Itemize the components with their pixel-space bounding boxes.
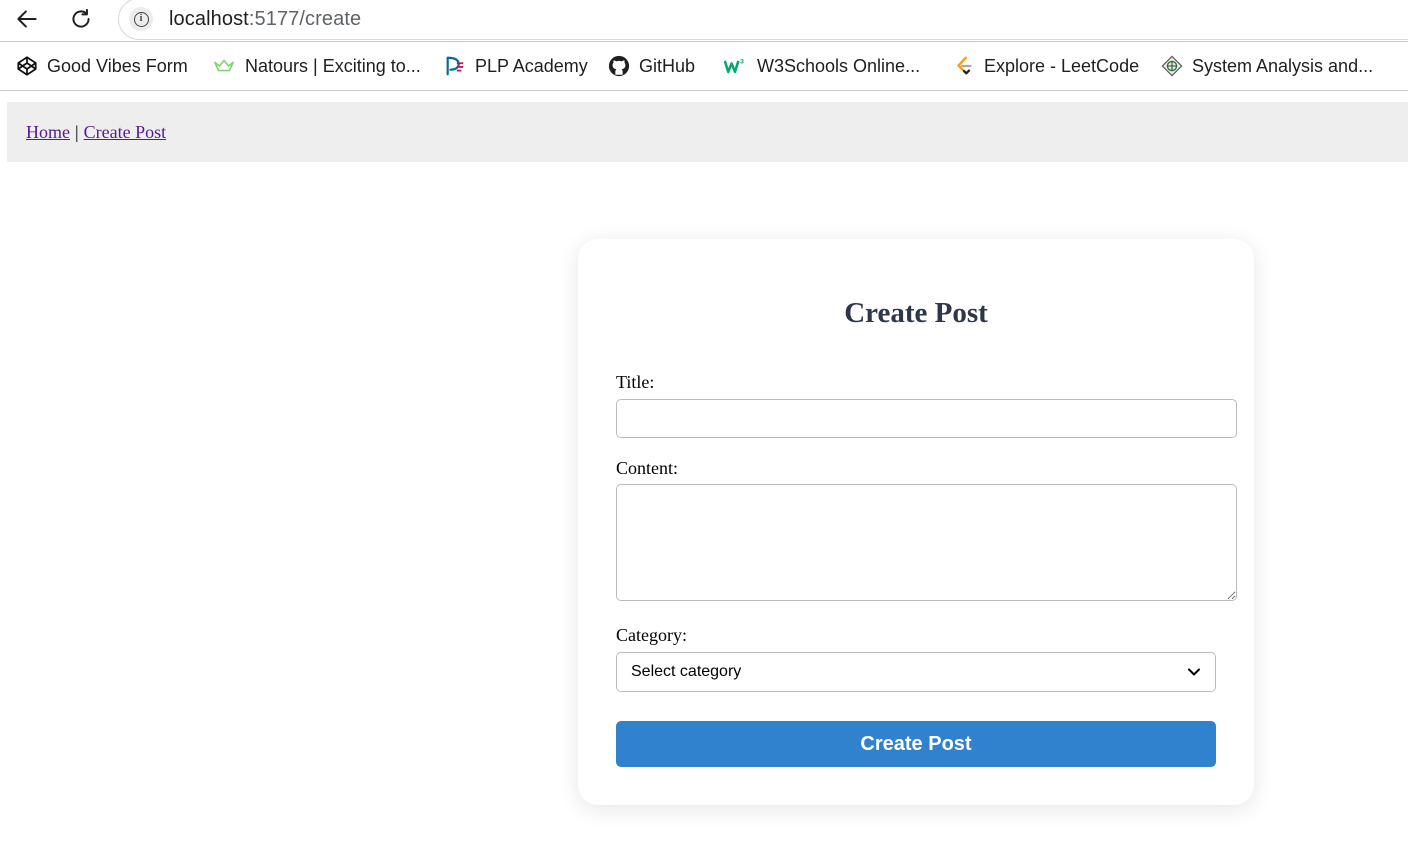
natours-crown-icon [212, 55, 236, 77]
url-text[interactable]: localhost:5177/create [169, 8, 361, 31]
bookmark-label: Good Vibes Form [47, 55, 188, 76]
nav-link-home[interactable]: Home [26, 122, 70, 143]
bookmark-label: W3Schools Online... [757, 55, 921, 76]
category-selected-value: Select category [631, 663, 742, 680]
bookmark-label: Explore - LeetCode [984, 55, 1140, 76]
reload-button[interactable] [64, 4, 98, 34]
site-info-icon[interactable]: i [129, 7, 153, 31]
reload-icon [72, 8, 90, 28]
nav-link-create-post[interactable]: Create Post [84, 122, 167, 143]
github-icon [608, 55, 630, 77]
codepen-icon [16, 55, 38, 77]
bookmark-good-vibes-form[interactable]: Good Vibes Form [16, 52, 188, 80]
bookmark-leetcode[interactable]: Explore - LeetCode [953, 52, 1139, 80]
url-host: localhost [169, 7, 249, 30]
category-select[interactable]: Select category [616, 652, 1216, 692]
w3schools-icon: 3 [722, 55, 748, 77]
title-input[interactable] [616, 399, 1237, 438]
title-label: Title: [616, 372, 655, 392]
browser-toolbar: i localhost:5177/create [0, 0, 1408, 42]
bookmark-label: System Analysis and... [1192, 55, 1374, 76]
bookmark-label: Natours | Exciting to... [245, 55, 421, 76]
page-title: Create Post [844, 297, 988, 329]
bookmark-system-analysis[interactable]: System Analysis and... [1161, 52, 1373, 80]
bookmark-label: GitHub [639, 55, 696, 76]
leetcode-icon [953, 55, 975, 77]
url-path: :5177/create [248, 7, 362, 30]
svg-text:3: 3 [740, 58, 744, 65]
bookmark-plp-academy[interactable]: PLP Academy [444, 52, 588, 80]
back-button[interactable] [10, 4, 44, 34]
app-navbar: Home | Create Post [7, 102, 1408, 162]
content-textarea[interactable] [616, 484, 1237, 601]
bookmarks-bar: Good Vibes Form Natours | Exciting to...… [0, 42, 1408, 91]
category-label: Category: [616, 625, 687, 645]
arrow-left-icon [17, 10, 37, 28]
nav-separator: | [75, 121, 79, 142]
bookmark-label: PLP Academy [475, 55, 588, 76]
content-label: Content: [616, 458, 678, 478]
bookmark-natours[interactable]: Natours | Exciting to... [212, 52, 421, 80]
address-bar[interactable]: i localhost:5177/create [118, 0, 1408, 40]
bookmark-github[interactable]: GitHub [608, 52, 695, 80]
plp-logo-icon [444, 55, 466, 77]
create-post-button[interactable]: Create Post [616, 721, 1216, 767]
system-analysis-icon [1161, 55, 1183, 77]
chevron-down-icon [1188, 668, 1200, 676]
bookmark-w3schools[interactable]: 3 W3Schools Online... [722, 52, 920, 80]
create-post-card: Create Post Title: Content: Category: Se… [578, 239, 1254, 805]
